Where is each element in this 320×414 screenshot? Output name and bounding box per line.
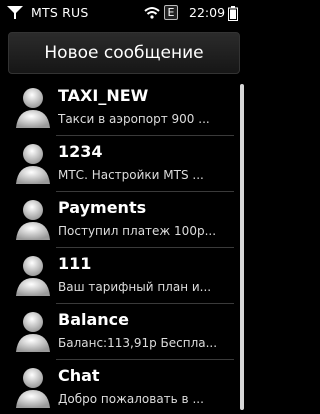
contact-name: Payments <box>58 198 147 217</box>
person-avatar-icon <box>16 256 50 296</box>
list-item[interactable]: TAXI_NEW Такси в аэропорт 900 ... <box>0 80 238 136</box>
contact-name: TAXI_NEW <box>58 86 149 105</box>
clock: 22:09 <box>189 5 226 20</box>
message-preview: Добро пожаловать в ... <box>58 392 204 406</box>
battery-icon <box>228 6 238 21</box>
list-item[interactable]: 111 Ваш тарифный план и... <box>0 248 238 304</box>
wifi-icon <box>144 7 160 19</box>
contact-list: TAXI_NEW Такси в аэропорт 900 ... 1234 М… <box>0 80 250 414</box>
message-preview: Такси в аэропорт 900 ... <box>58 112 210 126</box>
contact-name: 1234 <box>58 142 103 161</box>
contact-name: 111 <box>58 254 92 273</box>
status-bar: MTS RUS E 22:09 <box>0 0 250 26</box>
network-type-badge: E <box>164 5 178 20</box>
person-avatar-icon <box>16 144 50 184</box>
list-item[interactable]: Balance Баланс:113,91р Беспла... <box>0 304 238 360</box>
person-avatar-icon <box>16 368 50 408</box>
message-preview: Баланс:113,91р Беспла... <box>58 336 218 350</box>
signal-icon <box>7 6 23 19</box>
person-avatar-icon <box>16 88 50 128</box>
list-item[interactable]: Chat Добро пожаловать в ... <box>0 360 238 414</box>
contact-name: Balance <box>58 310 129 329</box>
scrollbar[interactable] <box>240 84 244 410</box>
person-avatar-icon <box>16 312 50 352</box>
contact-name: Chat <box>58 366 100 385</box>
list-item[interactable]: Payments Поступил платеж 100р... <box>0 192 238 248</box>
person-avatar-icon <box>16 200 50 240</box>
list-item[interactable]: 1234 МТС. Настройки MTS ... <box>0 136 238 192</box>
page-title: Новое сообщение <box>8 32 240 74</box>
message-preview: Ваш тарифный план и... <box>58 280 212 294</box>
message-preview: МТС. Настройки MTS ... <box>58 168 204 182</box>
message-preview: Поступил платеж 100р... <box>58 224 217 238</box>
carrier-name: MTS RUS <box>31 5 89 20</box>
